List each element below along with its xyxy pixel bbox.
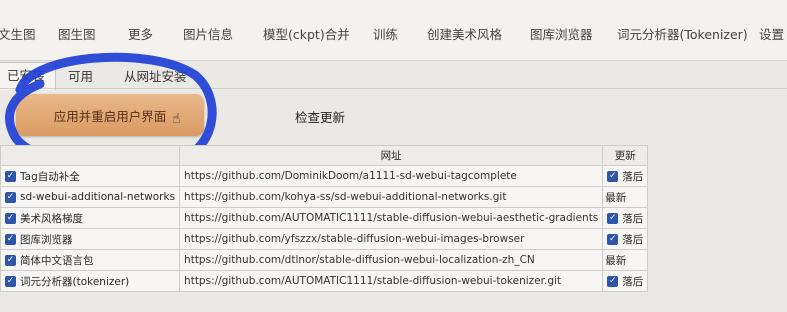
update-status: 落后: [622, 233, 644, 246]
check-icon[interactable]: ✓: [607, 171, 619, 182]
tab-checkpoint-merger[interactable]: 模型(ckpt)合并: [263, 24, 350, 43]
extensions-table: 网址 更新 ✓ Tag自动补全 https://github.com/Domini…: [0, 145, 649, 292]
extension-name: 简体中文语言包: [20, 254, 94, 267]
extension-subtabs: 已安装 可用 从网址安装: [0, 60, 787, 90]
subtab-available[interactable]: 可用: [68, 66, 93, 85]
check-icon[interactable]: ✓: [5, 212, 16, 224]
hand-pointer-icon: ☝: [172, 111, 181, 127]
extension-name: sd-webui-additional-networks: [20, 191, 176, 203]
check-icon[interactable]: ✓: [5, 233, 16, 245]
extension-name: Tag自动补全: [20, 170, 80, 183]
tab-txt2img[interactable]: 文生图: [0, 24, 36, 43]
check-icon[interactable]: ✓: [5, 191, 16, 203]
subtab-installed[interactable]: 已安装: [0, 62, 56, 90]
table-row: ✓ 词元分析器(tokenizer) https://github.com/AUT…: [0, 270, 649, 292]
check-updates-button[interactable]: 检查更新: [240, 98, 400, 134]
check-icon[interactable]: ✓: [5, 254, 16, 266]
extension-url[interactable]: https://github.com/dtlnor/stable-diffusi…: [179, 249, 604, 271]
tab-extras[interactable]: 更多: [128, 24, 153, 43]
check-icon[interactable]: ✓: [5, 170, 16, 182]
extension-name: 词元分析器(tokenizer): [20, 275, 130, 288]
extension-url[interactable]: https://github.com/AUTOMATIC1111/stable-…: [179, 207, 604, 229]
tab-train[interactable]: 训练: [373, 24, 398, 43]
tab-img2img[interactable]: 图生图: [58, 24, 96, 43]
table-row: ✓ 简体中文语言包 https://github.com/dtlnor/stabl…: [0, 249, 649, 271]
table-row: ✓ 美术风格梯度 https://github.com/AUTOMATIC1111…: [0, 207, 649, 229]
extension-url[interactable]: https://github.com/kohya-ss/sd-webui-add…: [179, 186, 604, 208]
check-icon[interactable]: ✓: [607, 213, 619, 224]
check-icon[interactable]: ✓: [607, 276, 619, 287]
update-status: 落后: [622, 212, 644, 225]
table-row: ✓ Tag自动补全 https://github.com/DominikDoom/…: [0, 165, 649, 187]
table-row: ✓ sd-webui-additional-networks https://gi…: [0, 186, 649, 208]
update-status: 最新: [602, 249, 649, 271]
extension-name: 美术风格梯度: [20, 212, 83, 225]
table-row: ✓ 图库浏览器 https://github.com/yfszzx/stable-…: [0, 228, 649, 250]
extension-name: 图库浏览器: [20, 233, 73, 246]
subtab-divider: [0, 88, 787, 89]
tab-tokenizer[interactable]: 词元分析器(Tokenizer): [617, 24, 748, 43]
extension-url[interactable]: https://github.com/DominikDoom/a1111-sd-…: [179, 165, 604, 187]
update-status: 落后: [622, 275, 644, 288]
tab-image-browser[interactable]: 图库浏览器: [530, 24, 593, 43]
table-header-row: 网址 更新: [0, 145, 649, 166]
tab-settings[interactable]: 设置: [759, 24, 784, 43]
top-navigation: 文生图 图生图 更多 图片信息 模型(ckpt)合并 训练 创建美术风格 图库浏…: [0, 0, 787, 61]
tab-png-info[interactable]: 图片信息: [183, 24, 233, 43]
tab-aesthetic-style[interactable]: 创建美术风格: [427, 24, 502, 43]
extension-url[interactable]: https://github.com/AUTOMATIC1111/stable-…: [179, 270, 604, 292]
extension-url[interactable]: https://github.com/yfszzx/stable-diffusi…: [179, 228, 604, 250]
header-update: 更新: [602, 145, 649, 166]
header-extension: [0, 145, 181, 166]
header-url: 网址: [179, 145, 604, 166]
update-status: 最新: [602, 186, 649, 208]
subtab-install-from-url[interactable]: 从网址安装: [124, 66, 187, 85]
check-icon[interactable]: ✓: [607, 234, 619, 245]
update-status: 落后: [622, 170, 644, 183]
check-icon[interactable]: ✓: [5, 275, 16, 287]
